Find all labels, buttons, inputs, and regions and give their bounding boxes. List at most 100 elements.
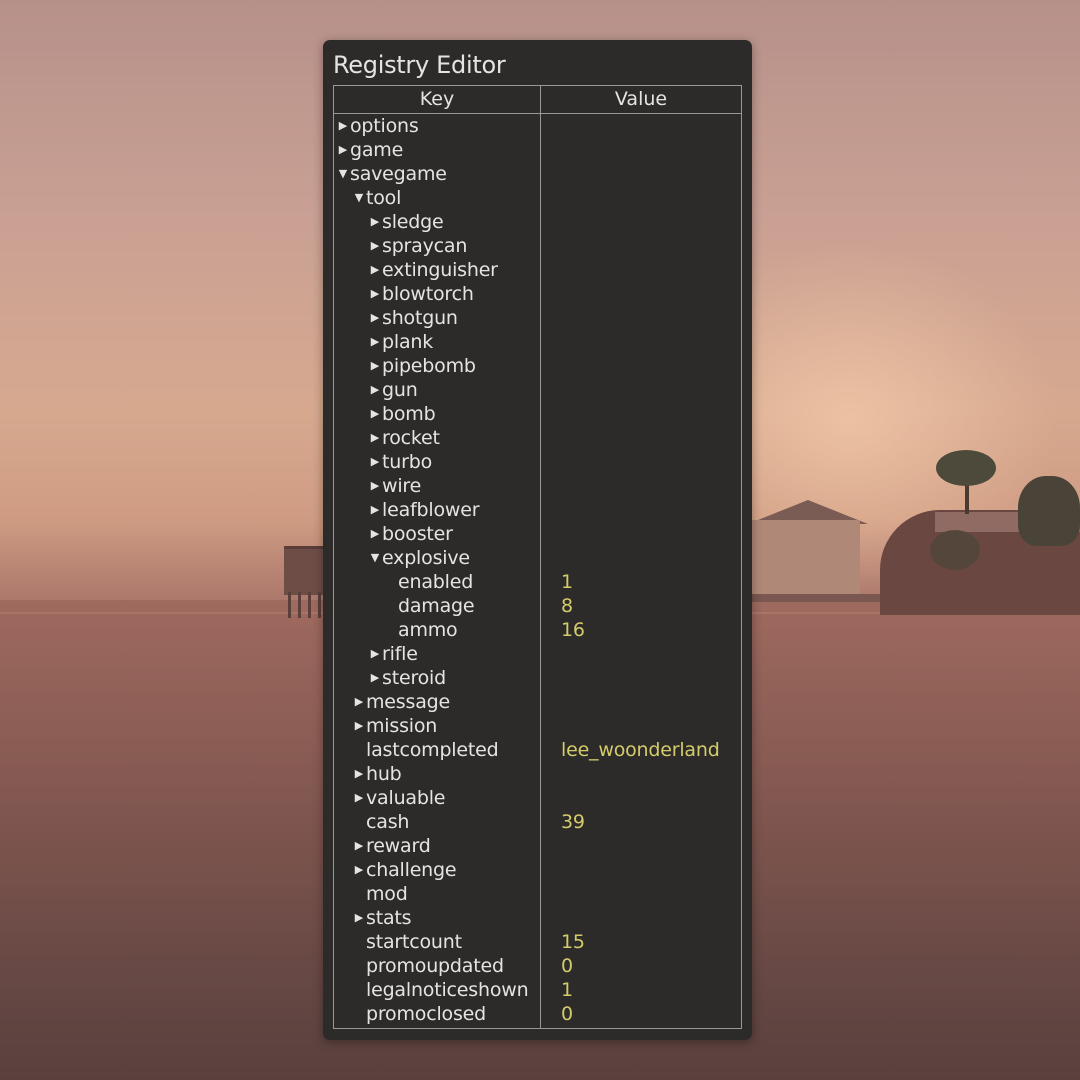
row-key[interactable]: steroid (382, 666, 446, 690)
tree-row[interactable]: ▶ stats (334, 906, 741, 930)
caret-right-icon[interactable]: ▶ (370, 282, 380, 306)
tree-row[interactable]: promoclosed 0 (334, 1002, 741, 1026)
tree-row[interactable]: ▶ blowtorch (334, 282, 741, 306)
row-value[interactable]: 16 (561, 618, 585, 642)
row-key[interactable]: tool (366, 186, 401, 210)
caret-right-icon[interactable]: ▶ (370, 234, 380, 258)
row-key[interactable]: wire (382, 474, 421, 498)
row-value[interactable]: 0 (561, 1002, 573, 1026)
tree-row[interactable]: ▼ savegame (334, 162, 741, 186)
caret-right-icon[interactable]: ▶ (370, 666, 380, 690)
tree-row[interactable]: promoupdated 0 (334, 954, 741, 978)
row-key[interactable]: game (350, 138, 403, 162)
caret-right-icon[interactable]: ▶ (354, 690, 364, 714)
row-key[interactable]: promoupdated (366, 954, 504, 978)
tree-row[interactable]: ▶ turbo (334, 450, 741, 474)
tree-row[interactable]: ▶ steroid (334, 666, 741, 690)
caret-right-icon[interactable]: ▶ (370, 378, 380, 402)
tree-row[interactable]: ▶ reward (334, 834, 741, 858)
row-value[interactable]: 8 (561, 594, 573, 618)
tree-row[interactable]: ▶ valuable (334, 786, 741, 810)
caret-down-icon[interactable]: ▼ (354, 186, 364, 210)
tree-row[interactable]: ▶ gun (334, 378, 741, 402)
row-key[interactable]: ammo (398, 618, 458, 642)
tree-row[interactable]: damage 8 (334, 594, 741, 618)
tree-row[interactable]: ▶ sledge (334, 210, 741, 234)
row-key[interactable]: plank (382, 330, 433, 354)
tree-row[interactable]: enabled 1 (334, 570, 741, 594)
row-key[interactable]: explosive (382, 546, 470, 570)
tree-row[interactable]: ▶ wire (334, 474, 741, 498)
caret-right-icon[interactable]: ▶ (370, 306, 380, 330)
tree-row[interactable]: ▶ options (334, 114, 741, 138)
tree-row[interactable]: ▼ explosive (334, 546, 741, 570)
row-value[interactable]: 0 (561, 954, 573, 978)
caret-right-icon[interactable]: ▶ (370, 330, 380, 354)
tree-row[interactable]: ▶ challenge (334, 858, 741, 882)
caret-right-icon[interactable]: ▶ (370, 474, 380, 498)
caret-right-icon[interactable]: ▶ (354, 714, 364, 738)
row-key[interactable]: sledge (382, 210, 444, 234)
tree-row[interactable]: ▶ shotgun (334, 306, 741, 330)
tree-row[interactable]: ▶ pipebomb (334, 354, 741, 378)
tree-row[interactable]: ▶ leafblower (334, 498, 741, 522)
row-key[interactable]: enabled (398, 570, 473, 594)
row-key[interactable]: savegame (350, 162, 447, 186)
caret-right-icon[interactable]: ▶ (354, 858, 364, 882)
row-key[interactable]: rocket (382, 426, 440, 450)
caret-down-icon[interactable]: ▼ (370, 546, 380, 570)
row-key[interactable]: blowtorch (382, 282, 474, 306)
tree-row[interactable]: lastcompleted lee_woonderland (334, 738, 741, 762)
tree-row[interactable]: ammo 16 (334, 618, 741, 642)
row-key[interactable]: startcount (366, 930, 462, 954)
row-key[interactable]: turbo (382, 450, 432, 474)
row-value[interactable]: 1 (561, 570, 573, 594)
caret-right-icon[interactable]: ▶ (354, 786, 364, 810)
row-key[interactable]: rifle (382, 642, 418, 666)
caret-right-icon[interactable]: ▶ (370, 450, 380, 474)
caret-right-icon[interactable]: ▶ (370, 498, 380, 522)
row-key[interactable]: damage (398, 594, 475, 618)
tree-row[interactable]: cash 39 (334, 810, 741, 834)
row-key[interactable]: reward (366, 834, 431, 858)
tree-row[interactable]: mod (334, 882, 741, 906)
row-key[interactable]: lastcompleted (366, 738, 499, 762)
tree-row[interactable]: ▶ spraycan (334, 234, 741, 258)
row-key[interactable]: legalnoticeshown (366, 978, 529, 1002)
caret-right-icon[interactable]: ▶ (354, 762, 364, 786)
caret-right-icon[interactable]: ▶ (354, 834, 364, 858)
caret-right-icon[interactable]: ▶ (338, 138, 348, 162)
column-header-key[interactable]: Key (334, 86, 540, 113)
row-key[interactable]: message (366, 690, 450, 714)
row-value[interactable]: 39 (561, 810, 585, 834)
row-key[interactable]: pipebomb (382, 354, 476, 378)
caret-right-icon[interactable]: ▶ (370, 258, 380, 282)
caret-right-icon[interactable]: ▶ (338, 114, 348, 138)
column-header-value[interactable]: Value (541, 86, 741, 113)
tree-row[interactable]: ▶ mission (334, 714, 741, 738)
row-value[interactable]: 15 (561, 930, 585, 954)
tree-row[interactable]: ▶ game (334, 138, 741, 162)
row-key[interactable]: hub (366, 762, 402, 786)
row-key[interactable]: leafblower (382, 498, 480, 522)
caret-down-icon[interactable]: ▼ (338, 162, 348, 186)
caret-right-icon[interactable]: ▶ (370, 210, 380, 234)
caret-right-icon[interactable]: ▶ (354, 906, 364, 930)
tree-row[interactable]: ▶ plank (334, 330, 741, 354)
caret-right-icon[interactable]: ▶ (370, 402, 380, 426)
tree-row[interactable]: ▶ extinguisher (334, 258, 741, 282)
tree-row[interactable]: ▶ message (334, 690, 741, 714)
row-key[interactable]: valuable (366, 786, 445, 810)
caret-right-icon[interactable]: ▶ (370, 522, 380, 546)
row-key[interactable]: mission (366, 714, 437, 738)
row-key[interactable]: gun (382, 378, 418, 402)
tree-row[interactable]: ▼ tool (334, 186, 741, 210)
caret-right-icon[interactable]: ▶ (370, 426, 380, 450)
row-key[interactable]: spraycan (382, 234, 467, 258)
tree-row[interactable]: ▶ booster (334, 522, 741, 546)
row-key[interactable]: booster (382, 522, 453, 546)
tree-row[interactable]: ▶ rifle (334, 642, 741, 666)
row-key[interactable]: mod (366, 882, 408, 906)
caret-right-icon[interactable]: ▶ (370, 642, 380, 666)
row-key[interactable]: stats (366, 906, 412, 930)
